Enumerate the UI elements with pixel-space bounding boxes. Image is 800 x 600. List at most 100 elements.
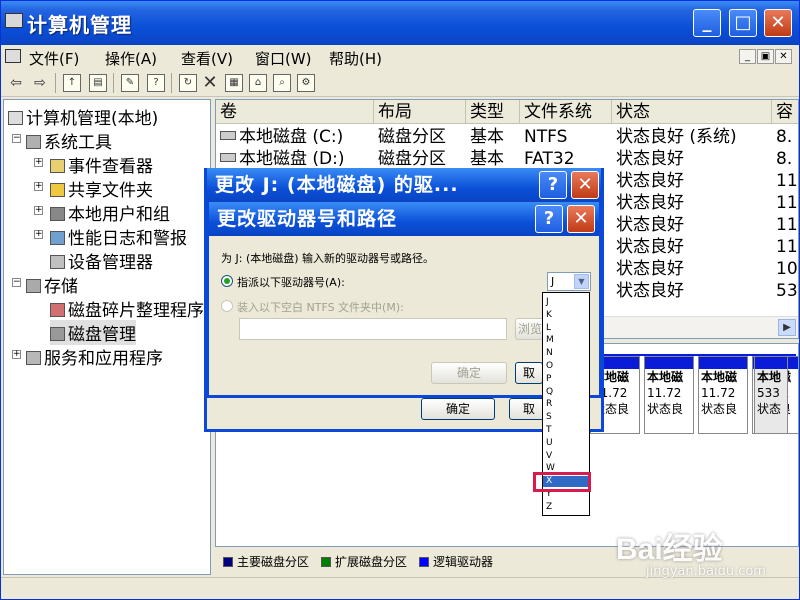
volume-block[interactable]: 本地磁 11.72 状态良	[698, 356, 748, 434]
column-header-type[interactable]: 类型	[466, 100, 520, 124]
legend-label-logical: 逻辑驱动器	[433, 555, 494, 569]
drive-letter-option[interactable]: J	[543, 297, 589, 308]
mdi-restore-button[interactable]: ▣	[757, 49, 774, 64]
system-menu-icon[interactable]	[5, 49, 21, 63]
folder-path-input[interactable]	[239, 318, 507, 340]
column-header-layout[interactable]: 布局	[374, 100, 466, 124]
menu-help[interactable]: 帮助(H)	[329, 48, 382, 69]
browse-button[interactable]: 浏览	[515, 318, 545, 340]
drive-letter-option[interactable]: L	[543, 323, 589, 334]
close-button[interactable]: ✕	[764, 9, 792, 37]
tree-item-event-viewer[interactable]: 事件查看器	[50, 152, 153, 177]
expand-toggle[interactable]: +	[12, 350, 21, 359]
tree-item-local-users[interactable]: 本地用户和组	[50, 200, 170, 225]
volume-size: 533	[757, 386, 780, 400]
table-cell: 本地磁盘 (C:)	[220, 126, 376, 148]
chevron-down-icon[interactable]: ▼	[574, 274, 589, 289]
volume-size: 11.72	[701, 386, 736, 400]
tree-label: 共享文件夹	[68, 181, 153, 201]
settings-icon[interactable]: ⚙	[297, 74, 315, 92]
menu-action[interactable]: 操作(A)	[105, 48, 157, 69]
tree-label: 本地用户和组	[68, 205, 170, 225]
drive-letter-option[interactable]: Z	[543, 502, 589, 513]
table-cell: 状态良好	[616, 148, 774, 170]
table-cell: 状态良好	[616, 258, 774, 280]
search-icon[interactable]: ⌕	[273, 74, 291, 92]
assign-letter-radio[interactable]	[221, 275, 233, 287]
delete-icon[interactable]: ✕	[201, 74, 219, 92]
tree-item-shared-folders[interactable]: 共享文件夹	[50, 176, 153, 201]
column-header-volume[interactable]: 卷	[216, 100, 374, 124]
disk-properties-icon[interactable]: ▦	[225, 74, 243, 92]
open-folder-icon[interactable]: ⌂	[249, 74, 267, 92]
drive-letter-option[interactable]: R	[543, 399, 589, 410]
performance-icon	[50, 231, 65, 245]
menu-view[interactable]: 查看(V)	[181, 48, 233, 69]
mdi-close-button[interactable]: ✕	[775, 49, 792, 64]
drive-letter-option[interactable]: U	[543, 438, 589, 449]
tree-item-system-tools[interactable]: 系统工具	[26, 128, 112, 153]
cell-text: 基本	[470, 127, 504, 147]
cancel-button[interactable]: 取	[515, 362, 543, 384]
help-button[interactable]: ?	[535, 205, 563, 233]
volume-block[interactable]: 本地 533 状态	[754, 356, 788, 434]
title-bar[interactable]: 计算机管理 _ □ ✕	[1, 1, 799, 45]
drive-letter-option[interactable]: P	[543, 374, 589, 385]
expand-toggle[interactable]: +	[34, 206, 43, 215]
drive-letter-option[interactable]: Q	[543, 387, 589, 398]
table-cell: 本地磁盘 (D:)	[220, 148, 376, 170]
up-folder-icon[interactable]: ↑	[63, 74, 81, 92]
drive-letter-select[interactable]: J ▼	[547, 272, 591, 291]
scroll-right-icon[interactable]: ▶	[778, 319, 796, 336]
legend-swatch-logical	[419, 557, 429, 567]
drive-letter-option[interactable]: K	[543, 310, 589, 321]
forward-icon[interactable]: ⇨	[31, 74, 49, 92]
maximize-button[interactable]: □	[729, 9, 757, 37]
collapse-toggle[interactable]: −	[12, 134, 21, 143]
help-button[interactable]: ?	[539, 171, 567, 199]
tree-item-performance-logs[interactable]: 性能日志和警报	[50, 224, 187, 249]
refresh-icon[interactable]: ↻	[179, 74, 197, 92]
tree-item-services-applications[interactable]: 服务和应用程序	[26, 344, 163, 369]
menu-file[interactable]: 文件(F)	[29, 48, 79, 69]
column-header-filesystem[interactable]: 文件系统	[520, 100, 612, 124]
expand-toggle[interactable]: +	[34, 158, 43, 167]
tree-item-device-manager[interactable]: 设备管理器	[50, 248, 153, 273]
ok-button[interactable]: 确定	[421, 398, 495, 420]
expand-toggle[interactable]: +	[34, 182, 43, 191]
volume-block[interactable]: 本地磁 11.72 状态良	[644, 356, 694, 434]
toolbar: ⇦ ⇨ ↑ ▤ ✎ ? ↻ ✕ ▦ ⌂ ⌕ ⚙	[1, 69, 799, 97]
table-cell: 8.	[776, 148, 798, 170]
drive-letter-option[interactable]: N	[543, 348, 589, 359]
cell-text: 11	[776, 237, 798, 257]
close-button[interactable]: ✕	[567, 205, 595, 233]
tree-item-disk-management[interactable]: 磁盘管理	[50, 320, 136, 345]
drive-letter-option[interactable]: T	[543, 425, 589, 436]
drive-letter-option[interactable]: S	[543, 412, 589, 423]
column-header-capacity[interactable]: 容	[772, 100, 798, 124]
back-icon[interactable]: ⇦	[7, 74, 25, 92]
toolbar-separator	[55, 73, 56, 93]
ok-button[interactable]: 确定	[431, 362, 507, 384]
drive-letter-option[interactable]: O	[543, 361, 589, 372]
menu-window[interactable]: 窗口(W)	[255, 48, 312, 69]
collapse-toggle[interactable]: −	[12, 278, 21, 287]
drive-letter-option[interactable]: M	[543, 335, 589, 346]
tree-item-defragmenter[interactable]: 磁盘碎片整理程序	[50, 296, 204, 321]
mdi-minimize-button[interactable]: _	[739, 49, 756, 64]
column-header-status[interactable]: 状态	[612, 100, 772, 124]
tree-label: 事件查看器	[68, 157, 153, 177]
close-button[interactable]: ✕	[571, 171, 599, 199]
drive-letter-option[interactable]: V	[543, 451, 589, 462]
show-hide-tree-icon[interactable]: ▤	[89, 74, 107, 92]
help-topic-icon[interactable]: ?	[147, 74, 165, 92]
properties-icon[interactable]: ✎	[121, 74, 139, 92]
minimize-button[interactable]: _	[693, 9, 721, 37]
expand-toggle[interactable]: +	[34, 230, 43, 239]
cell-text: 53	[776, 281, 798, 301]
tree-item-storage[interactable]: 存储	[26, 272, 78, 297]
legend-swatch-extended	[321, 557, 331, 567]
tree-item-computer-management[interactable]: 计算机管理(本地)	[8, 104, 158, 129]
users-icon	[50, 207, 65, 221]
mount-folder-radio[interactable]	[221, 300, 233, 312]
